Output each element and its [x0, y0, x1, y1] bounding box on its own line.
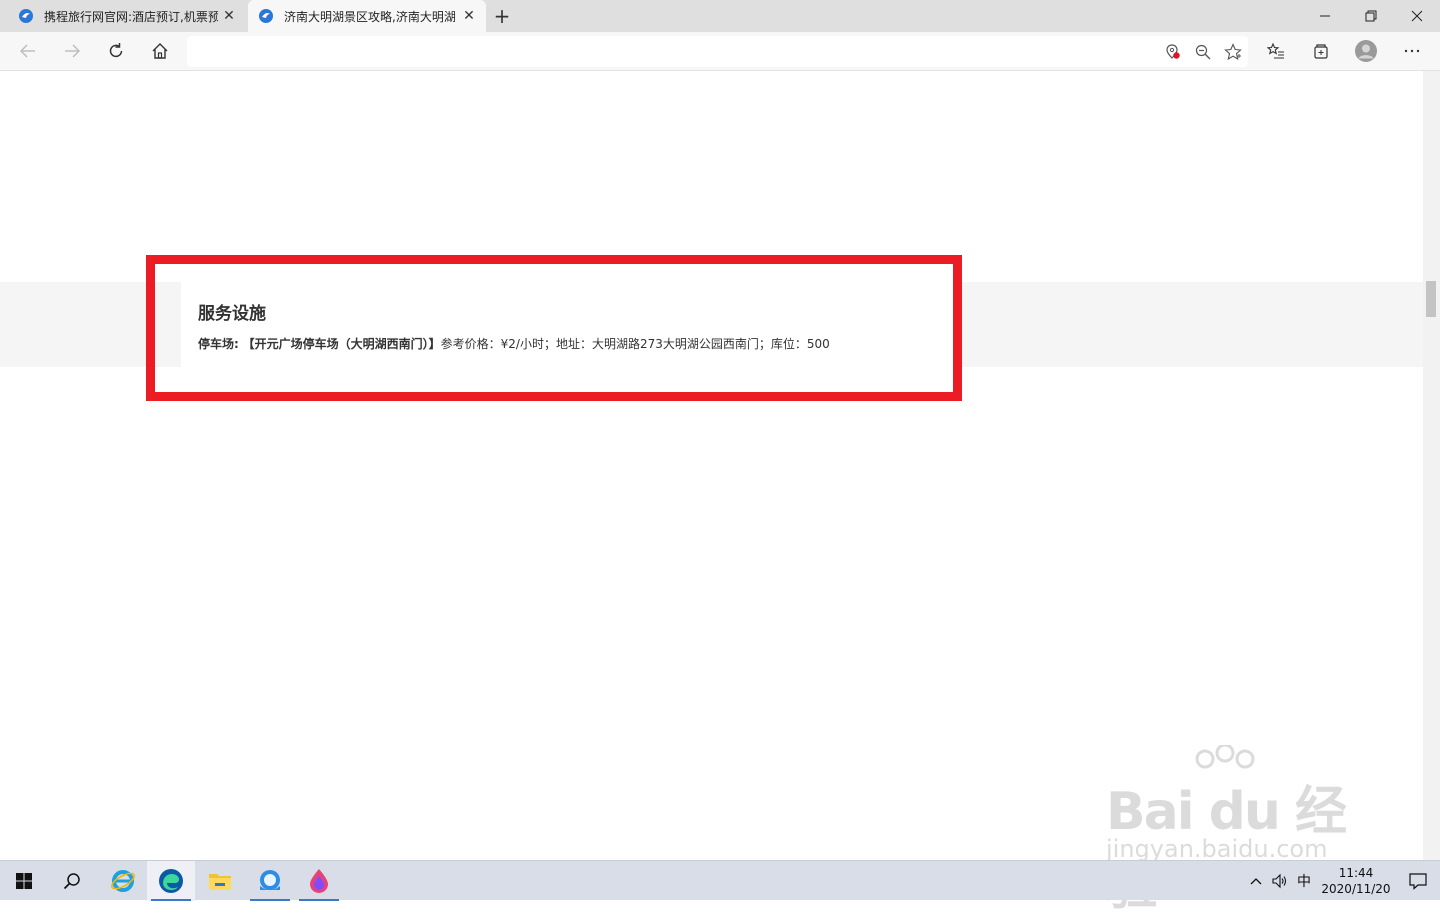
photos-icon [260, 870, 280, 890]
show-hidden-icons-chevron-icon[interactable] [1244, 861, 1268, 901]
favorites-list-icon [1267, 42, 1284, 59]
refresh-button[interactable] [100, 36, 132, 66]
window-controls [1302, 0, 1440, 32]
tab-title: 济南大明湖景区攻略,济南大明湖 [284, 9, 456, 24]
clock[interactable]: 11:44 2020/11/20 [1316, 861, 1396, 901]
action-center-icon[interactable] [1396, 861, 1440, 901]
forward-button[interactable] [56, 36, 88, 66]
watermark-url-text: jingyan.baidu.com [1106, 835, 1328, 863]
tab-ctrip-home[interactable]: 携程旅行网官网:酒店预订,机票预 ✕ [8, 0, 246, 32]
restore-button[interactable] [1348, 0, 1394, 32]
collections-icon [1314, 44, 1328, 59]
profile-button[interactable] [1350, 36, 1382, 66]
file-explorer-button[interactable] [196, 861, 244, 901]
start-icon [16, 873, 32, 889]
tab-strip: 携程旅行网官网:酒店预订,机票预 ✕ 济南大明湖景区攻略,济南大明湖 ✕ + [0, 0, 1440, 32]
page-scrollbar[interactable] [1423, 71, 1440, 860]
volume-icon[interactable] [1268, 861, 1292, 901]
tab-title: 携程旅行网官网:酒店预订,机票预 [44, 9, 218, 24]
search-button[interactable] [48, 861, 96, 901]
ctrip-favicon-icon [258, 8, 274, 24]
close-window-button[interactable] [1394, 0, 1440, 32]
add-favorite-star-icon[interactable] [1218, 37, 1248, 67]
settings-more-button[interactable] [1396, 36, 1428, 66]
ime-indicator[interactable]: 中 [1292, 861, 1316, 901]
close-tab-icon[interactable]: ✕ [458, 5, 480, 27]
zoom-out-icon[interactable] [1188, 37, 1218, 67]
tab-daminghu[interactable]: 济南大明湖景区攻略,济南大明湖 ✕ [248, 0, 486, 32]
paint-icon [310, 869, 328, 893]
collections-button[interactable] [1305, 36, 1337, 66]
red-highlight-box [146, 255, 962, 401]
photos-button[interactable] [246, 861, 294, 901]
file-explorer-icon [209, 874, 231, 890]
more-dots-icon [1404, 49, 1420, 53]
clock-time: 11:44 [1338, 866, 1374, 880]
url-input[interactable] [187, 35, 1158, 68]
address-bar[interactable] [187, 35, 1248, 68]
edge-button[interactable] [147, 861, 195, 901]
minimize-button[interactable] [1302, 0, 1348, 32]
internet-explorer-button[interactable] [99, 861, 147, 901]
edge-icon [159, 869, 183, 893]
windows-taskbar: 中 11:44 2020/11/20 [0, 860, 1440, 901]
page-content: 服务设施 停车场: 【开元广场停车场（大明湖西南门）】参考价格：¥2/小时；地址… [0, 71, 1440, 860]
browser-toolbar [0, 32, 1440, 71]
home-button[interactable] [144, 36, 176, 66]
home-icon [152, 43, 168, 59]
baidu-jingyan-watermark: Bai du 经验 jingyan.baidu.com [1100, 745, 1380, 917]
search-icon [63, 873, 80, 890]
close-tab-icon[interactable]: ✕ [218, 5, 240, 27]
start-button[interactable] [0, 861, 48, 901]
new-tab-button[interactable]: + [490, 4, 514, 28]
ctrip-favicon-icon [18, 8, 34, 24]
scrollbar-thumb[interactable] [1426, 281, 1436, 317]
system-tray: 中 11:44 2020/11/20 [1244, 861, 1440, 901]
internet-explorer-icon [111, 870, 135, 892]
back-arrow-icon [20, 44, 35, 58]
avatar-icon [1355, 40, 1377, 62]
location-blocked-icon[interactable] [1158, 37, 1188, 67]
clock-date: 2020/11/20 [1321, 882, 1391, 896]
refresh-icon [109, 43, 123, 58]
forward-arrow-icon [65, 44, 80, 58]
favorites-button[interactable] [1260, 36, 1292, 66]
paint-3d-button[interactable] [295, 861, 343, 901]
back-button[interactable] [12, 36, 44, 66]
